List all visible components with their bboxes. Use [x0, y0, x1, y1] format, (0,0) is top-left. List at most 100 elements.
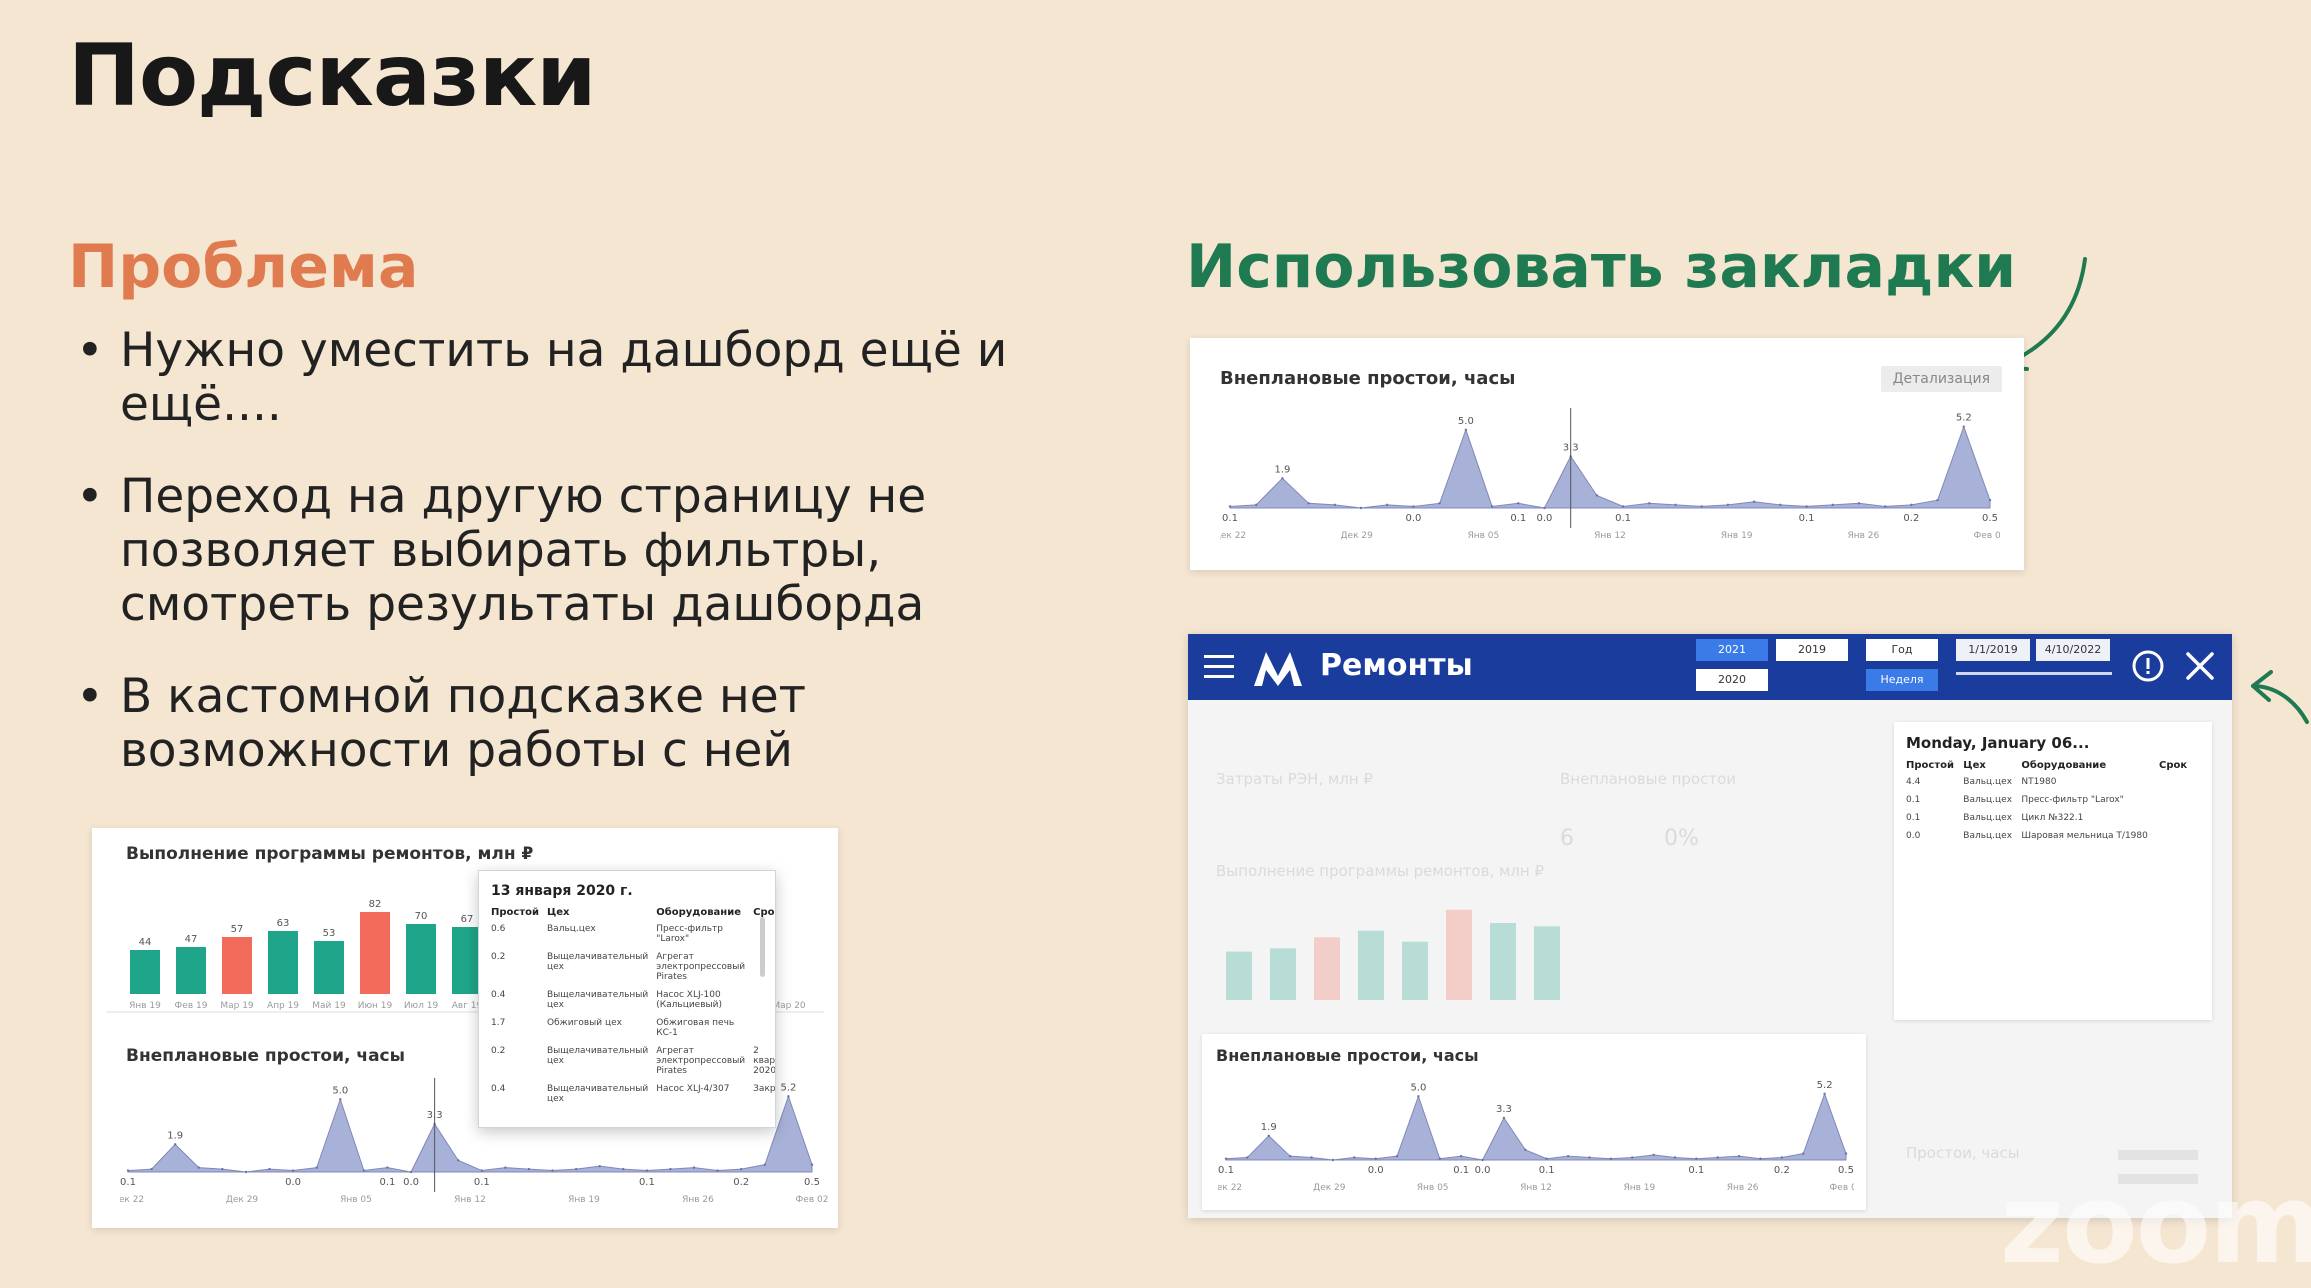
- table-row: 0.2 Выщелачивательный цех Агрегат электроп…: [491, 952, 746, 982]
- data-point: [1438, 1157, 1441, 1160]
- data-point: [1464, 428, 1468, 432]
- tick-label: Май 19: [312, 1001, 346, 1011]
- kpi-title: Затраты РЭН, млн ₽: [1216, 770, 1373, 788]
- data-label: 5.2: [780, 1082, 796, 1093]
- bar: [1226, 951, 1252, 1000]
- data-point: [1395, 1154, 1399, 1158]
- table-row: 4.4 Вальц.цех NT1980: [1906, 777, 2057, 787]
- tick-label: Фев 02: [796, 1195, 829, 1205]
- data-point: [1255, 503, 1258, 507]
- tick-label: Янв 26: [1727, 1183, 1759, 1193]
- bar: [1490, 923, 1516, 1000]
- data-label: 0.1: [1688, 1165, 1704, 1176]
- data-point: [221, 1167, 224, 1171]
- data-label: 0.1: [1539, 1165, 1555, 1176]
- data-label: 1.9: [167, 1130, 183, 1141]
- tick-label: Янв 19: [568, 1195, 600, 1205]
- data-point: [1333, 503, 1337, 507]
- problem-bullets: Нужно уместить на дашборд ещё и ещё.... …: [70, 324, 1080, 816]
- tooltip-table: Простой Цех Оборудование Срок 0.6Вальц.ц…: [489, 905, 776, 1110]
- data-label: 63: [277, 918, 290, 929]
- data-point: [1307, 502, 1310, 505]
- data-point: [1621, 505, 1625, 508]
- data-point: [173, 1143, 177, 1146]
- data-point: [669, 1167, 672, 1171]
- data-label: 5.0: [332, 1085, 348, 1096]
- arrow-icon: [2251, 670, 2309, 724]
- data-point: [126, 1169, 130, 1172]
- data-label: 0.5: [804, 1177, 820, 1188]
- close-icon[interactable]: [2184, 650, 2216, 682]
- tick-label: Янв 05: [340, 1195, 372, 1205]
- downtime-card: Внеплановые простои, часы 0.1 1.9 0.0 5.0 0.…: [1202, 1034, 1866, 1210]
- data-label: 0.1: [1510, 513, 1526, 524]
- data-point: [1752, 500, 1756, 503]
- zoom-watermark: zoom: [2000, 1160, 2311, 1288]
- data-point: [1673, 1156, 1677, 1159]
- repairs-chart-title: Выполнение программы ремонтов, млн ₽: [126, 844, 534, 864]
- data-label: 47: [185, 934, 198, 945]
- data-point: [1700, 505, 1703, 508]
- tick-label: Янв 12: [1520, 1183, 1552, 1193]
- app-header: Ремонты 2021 2019 2020 Год Неделя 1/1/20…: [1188, 634, 2232, 700]
- date-range-slider[interactable]: [1956, 672, 2112, 675]
- data-point: [1288, 1154, 1292, 1158]
- data-point: [1780, 1156, 1784, 1159]
- bullet-item: Нужно уместить на дашборд ещё и ещё....: [70, 324, 1080, 432]
- data-label: 0.0: [1475, 1165, 1491, 1176]
- data-point: [1545, 1157, 1548, 1160]
- data-point: [1331, 1158, 1335, 1162]
- period-chip-year[interactable]: Год: [1866, 639, 1938, 661]
- col-header: Срок: [2158, 760, 2188, 771]
- data-label: 0.1: [1615, 513, 1631, 524]
- table-row: 0.6 Вальц.цех Пресс-фильтр "Larox": [491, 924, 723, 944]
- data-label: 0.5: [1838, 1165, 1854, 1176]
- solution-heading: Использовать закладки: [1186, 232, 2017, 302]
- bar: [1402, 941, 1428, 1000]
- faded-chart-title: Выполнение программы ремонтов, млн ₽: [1216, 862, 1545, 880]
- data-point: [480, 1169, 483, 1172]
- date-from-input[interactable]: 1/1/2019: [1956, 639, 2030, 661]
- info-icon[interactable]: [2130, 648, 2166, 684]
- hamburger-menu-icon[interactable]: [1204, 654, 1236, 680]
- data-label: 0.1: [639, 1177, 655, 1188]
- kpi-value: 0%: [1664, 826, 1699, 851]
- area-series: [1229, 425, 1991, 509]
- data-label: 0.0: [285, 1177, 301, 1188]
- period-chip-week[interactable]: Неделя: [1866, 669, 1938, 691]
- data-point: [1595, 494, 1599, 497]
- tick-label: Фев 02: [1974, 531, 2000, 541]
- data-point: [1438, 502, 1441, 505]
- year-chip-2020[interactable]: 2020: [1696, 669, 1768, 691]
- tick-label: Апр 19: [267, 1001, 299, 1011]
- downtime-bookmark-card: Внеплановые простои, часы Детализация 0.…: [1190, 338, 2024, 570]
- tick-label: Янв 19: [129, 1001, 161, 1011]
- data-label: 0.0: [403, 1177, 419, 1188]
- tick-label: Мар 20: [772, 1001, 806, 1011]
- data-point: [150, 1167, 153, 1171]
- data-point: [1962, 425, 1965, 428]
- data-point: [1281, 477, 1284, 480]
- data-point: [1802, 1152, 1805, 1155]
- details-button[interactable]: Детализация: [1880, 366, 2002, 392]
- data-label: 0.1: [1218, 1165, 1234, 1176]
- tick-label: Июн 19: [358, 1001, 393, 1011]
- tick-label: Фев 19: [175, 1001, 208, 1011]
- data-point: [197, 1166, 200, 1169]
- date-to-input[interactable]: 4/10/2022: [2036, 639, 2110, 661]
- data-label: 0.1: [1453, 1165, 1469, 1176]
- data-point: [1844, 1152, 1848, 1155]
- data-point: [1588, 1156, 1591, 1159]
- year-chip-2019[interactable]: 2019: [1776, 639, 1848, 661]
- data-point: [315, 1166, 318, 1169]
- year-chip-2021[interactable]: 2021: [1696, 639, 1768, 661]
- data-label: 53: [323, 928, 336, 939]
- data-point: [1631, 1156, 1634, 1159]
- data-label: 0.5: [1982, 513, 1998, 524]
- data-point: [622, 1167, 625, 1171]
- table-row: 0.2 Выщелачивательный цех Агрегат электроп…: [491, 1046, 776, 1076]
- data-point: [527, 1167, 531, 1171]
- tooltip-scrollbar[interactable]: [760, 917, 765, 977]
- downtime-area-chart: 0.1 1.9 0.0 5.0 0.1 0.0 3.3 0.1 0.1 0.2 5.2 0.5 Дек …: [1218, 1080, 1854, 1193]
- tick-label: Дек 22: [1220, 531, 1246, 541]
